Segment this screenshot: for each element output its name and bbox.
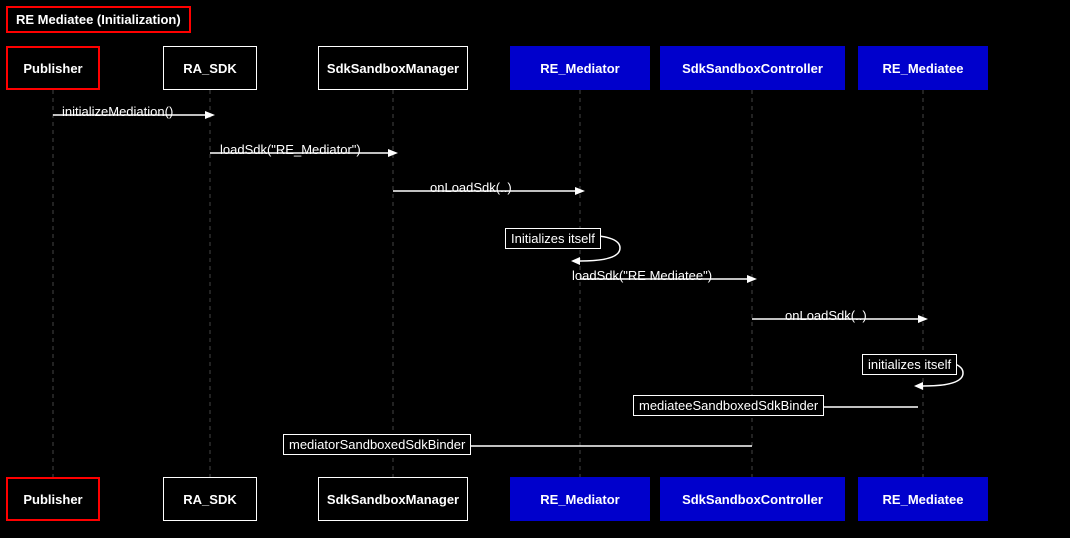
header-sdk-sandbox-manager-node: SdkSandboxManager (318, 46, 468, 90)
footer-sdk-sandbox-manager-node: SdkSandboxManager (318, 477, 468, 521)
mediatee-sandboxed-sdk-binder-label: mediateeSandboxedSdkBinder (633, 395, 824, 416)
initializes-itself-label: Initializes itself (505, 228, 601, 249)
footer-re-mediatee-node: RE_Mediatee (858, 477, 988, 521)
initializes-itself-bottom-label: initializes itself (862, 354, 957, 375)
footer-sdk-sandbox-controller-node: SdkSandboxController (660, 477, 845, 521)
on-load-sdk-bottom-label: onLoadSdk(..) (785, 308, 867, 323)
footer-re-mediator-node: RE_Mediator (510, 477, 650, 521)
header-re-mediatee-node: RE_Mediatee (858, 46, 988, 90)
diagram-title: RE Mediatee (Initialization) (6, 6, 191, 33)
load-sdk-re-mediatee-label: loadSdk("RE Mediatee") (572, 268, 712, 283)
on-load-sdk-top-label: onLoadSdk(..) (430, 180, 512, 195)
initialize-mediation-label: initializeMediation() (62, 104, 173, 119)
mediator-sandboxed-sdk-binder-label: mediatorSandboxedSdkBinder (283, 434, 471, 455)
header-publisher-node: Publisher (6, 46, 100, 90)
header-sdk-sandbox-controller-node: SdkSandboxController (660, 46, 845, 90)
header-re-mediator-node: RE_Mediator (510, 46, 650, 90)
load-sdk-re-mediator-label: loadSdk("RE_Mediator") (220, 142, 361, 157)
footer-publisher-node: Publisher (6, 477, 100, 521)
footer-ra-sdk-node: RA_SDK (163, 477, 257, 521)
header-ra-sdk-node: RA_SDK (163, 46, 257, 90)
sequence-diagram: RE Mediatee (Initialization) Publisher R… (0, 0, 1070, 538)
